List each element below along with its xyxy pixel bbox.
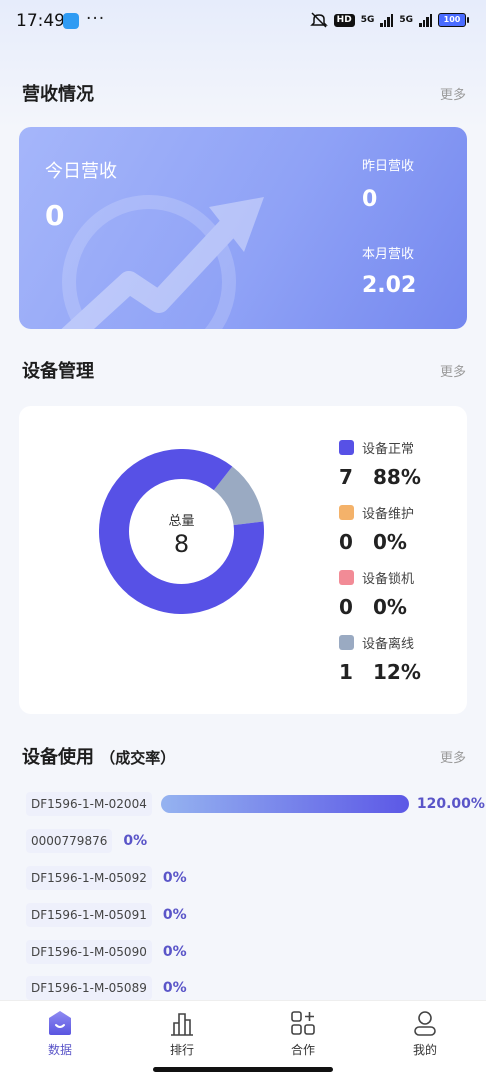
cooperation-icon <box>291 1011 315 1035</box>
legend-swatch-offline <box>339 635 354 650</box>
status-icons: HD 5G 5G 100 <box>309 12 469 28</box>
usage-row[interactable]: DF1596-1-M-05092 0% <box>26 866 187 890</box>
tab-profile-label: 我的 <box>412 1043 437 1057</box>
legend-item-normal: 设备正常 7 88% <box>339 438 459 489</box>
tab-data[interactable]: 数据 <box>20 1009 100 1058</box>
legend-label-locked: 设备锁机 <box>362 572 415 587</box>
yesterday-revenue-value: 0 <box>362 187 378 212</box>
legend-swatch-maintenance <box>339 505 354 520</box>
usage-row[interactable]: 0000779876 0% <box>26 829 147 853</box>
usage-subtitle: （成交率） <box>100 749 176 767</box>
status-time: 17:49 <box>16 11 65 31</box>
device-id-tag: DF1596-1-M-05090 <box>26 940 152 964</box>
revenue-card: 今日营收 0 昨日营收 0 本月营收 2.02 <box>19 127 467 329</box>
usage-rate-value: 0% <box>162 870 187 886</box>
usage-section-title: 设备使用 （成交率） <box>22 743 175 769</box>
legend-count-offline: 1 <box>339 660 353 684</box>
battery-icon: 100 <box>438 13 469 27</box>
legend-swatch-normal <box>339 440 354 455</box>
month-revenue-value: 2.02 <box>362 273 417 298</box>
legend-item-maintenance: 设备维护 0 0% <box>339 503 459 554</box>
ranking-icon <box>171 1013 193 1036</box>
legend-percent-maintenance: 0% <box>373 530 407 554</box>
revenue-section-title: 营收情况 <box>22 84 94 105</box>
today-revenue-label: 今日营收 <box>45 161 117 182</box>
legend-count-maintenance: 0 <box>339 530 353 554</box>
tab-ranking[interactable]: 排行 <box>142 1009 222 1058</box>
legend-percent-offline: 12% <box>373 660 421 684</box>
tab-cooperation-label: 合作 <box>290 1043 315 1057</box>
revenue-more-link[interactable]: 更多 <box>440 84 466 103</box>
legend-count-locked: 0 <box>339 595 353 619</box>
more-notifications-icon: ··· <box>86 9 106 29</box>
legend-percent-normal: 88% <box>373 465 421 489</box>
yesterday-revenue-label: 昨日营收 <box>362 159 415 174</box>
legend-count-normal: 7 <box>339 465 353 489</box>
device-id-tag: DF1596-1-M-05092 <box>26 866 152 890</box>
growth-arrow-decoration-icon <box>61 195 264 329</box>
legend-percent-locked: 0% <box>373 595 407 619</box>
usage-rate-value: 0% <box>162 980 187 996</box>
device-id-tag: DF1596-1-M-02004 <box>26 792 152 816</box>
tab-data-label: 数据 <box>47 1043 72 1057</box>
signal-icon-2 <box>419 13 432 27</box>
tab-ranking-label: 排行 <box>169 1043 194 1057</box>
usage-row[interactable]: DF1596-1-M-05089 0% <box>26 976 187 1000</box>
home-indicator[interactable] <box>153 1067 333 1072</box>
device-section-title: 设备管理 <box>22 361 94 382</box>
usage-rate-bar <box>160 795 409 813</box>
network-5g-icon-2: 5G <box>399 14 413 25</box>
profile-icon <box>414 1011 436 1036</box>
month-revenue-label: 本月营收 <box>362 247 415 262</box>
device-id-tag: 0000779876 <box>26 829 113 853</box>
usage-rate-value: 0% <box>123 833 148 849</box>
legend-label-offline: 设备离线 <box>362 637 415 652</box>
device-id-tag: DF1596-1-M-05089 <box>26 976 152 1000</box>
usage-more-link[interactable]: 更多 <box>440 747 466 766</box>
tab-profile[interactable]: 我的 <box>385 1009 465 1058</box>
legend-label-maintenance: 设备维护 <box>362 507 415 522</box>
today-revenue-value: 0 <box>45 199 65 232</box>
donut-total-value: 8 <box>173 530 190 558</box>
app-notification-icon <box>63 13 79 29</box>
legend-item-locked: 设备锁机 0 0% <box>339 568 459 619</box>
hd-icon: HD <box>333 13 355 27</box>
usage-rate-value: 0% <box>162 907 187 923</box>
usage-row[interactable]: DF1596-1-M-05090 0% <box>26 940 187 964</box>
data-icon <box>49 1011 71 1035</box>
mute-icon <box>309 12 328 28</box>
network-5g-icon: 5G <box>360 14 375 25</box>
donut-total-label: 总量 <box>168 514 195 529</box>
usage-row[interactable]: DF1596-1-M-05091 0% <box>26 903 187 927</box>
tab-cooperation[interactable]: 合作 <box>263 1009 343 1058</box>
legend-label-normal: 设备正常 <box>362 442 415 457</box>
legend-item-offline: 设备离线 1 12% <box>339 633 459 684</box>
signal-icon <box>380 13 394 27</box>
legend-swatch-locked <box>339 570 354 585</box>
device-id-tag: DF1596-1-M-05091 <box>26 903 152 927</box>
device-card: 总量 8 设备正常 7 88% 设备维护 0 0% 设备锁机 0 0% 设备离线 11… <box>19 406 467 714</box>
usage-rate-value: 120.00% <box>416 796 485 812</box>
usage-rate-value: 0% <box>162 944 187 960</box>
status-bar: 17:49 ··· HD 5G 5G 100 <box>0 0 486 44</box>
device-more-link[interactable]: 更多 <box>440 361 466 380</box>
usage-title: 设备使用 <box>22 747 94 768</box>
usage-row[interactable]: DF1596-1-M-02004 120.00% <box>26 792 485 816</box>
